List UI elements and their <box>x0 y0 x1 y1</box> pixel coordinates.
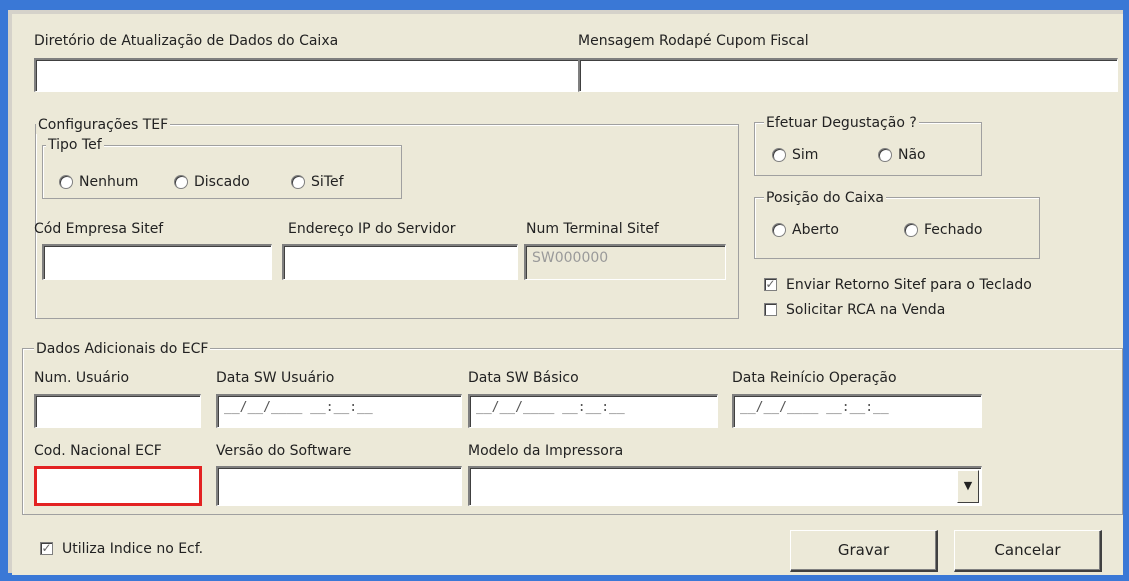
radio-tef-discado-label: Discado <box>194 174 250 190</box>
utiliza-indice-label: Utiliza Indice no Ecf. <box>62 541 204 557</box>
date-mask-text: __/__/____ __:__:__ <box>476 400 625 415</box>
endereco-ip-label: Endereço IP do Servidor <box>288 221 456 237</box>
enviar-retorno-checkbox[interactable]: ✓ <box>764 278 777 291</box>
radio-circle-icon[interactable] <box>772 223 786 237</box>
checkmark-icon: ✓ <box>41 541 52 555</box>
window-frame-left <box>0 0 8 581</box>
radio-tef-discado[interactable]: Discado <box>174 173 250 191</box>
window-frame-top <box>0 0 1129 10</box>
radio-degustacao-nao-label: Não <box>898 147 926 163</box>
cancelar-button[interactable]: Cancelar <box>954 530 1102 572</box>
num-terminal-sitef-input: SW000000 <box>524 244 726 280</box>
num-usuario-input[interactable] <box>34 394 201 428</box>
form-panel: Diretório de Atualização de Dados do Cai… <box>12 14 1123 575</box>
data-sw-usuario-input[interactable]: __/__/____ __:__:__ <box>216 394 462 428</box>
radio-posicao-fechado-label: Fechado <box>924 222 983 238</box>
ecf-title: Dados Adicionais do ECF <box>34 340 211 358</box>
radio-posicao-aberto[interactable]: Aberto <box>772 221 839 239</box>
radio-circle-icon[interactable] <box>59 175 73 189</box>
modelo-impressora-label: Modelo da Impressora <box>468 443 624 459</box>
cod-nacional-ecf-label: Cod. Nacional ECF <box>34 443 162 459</box>
endereco-ip-input[interactable] <box>282 244 518 280</box>
radio-circle-icon[interactable] <box>174 175 188 189</box>
cod-nacional-ecf-input[interactable] <box>34 466 202 506</box>
config-tef-title: Configurações TEF <box>36 116 171 134</box>
date-mask-text: __/__/____ __:__:__ <box>740 400 889 415</box>
data-reinicio-input[interactable]: __/__/____ __:__:__ <box>732 394 982 428</box>
radio-tef-nenhum[interactable]: Nenhum <box>59 173 138 191</box>
num-usuario-label: Num. Usuário <box>34 370 130 386</box>
radio-tef-sitef-label: SiTef <box>311 174 344 190</box>
versao-software-input[interactable] <box>216 466 462 506</box>
radio-degustacao-sim[interactable]: Sim <box>772 146 818 164</box>
radio-circle-icon[interactable] <box>904 223 918 237</box>
date-mask-text: __/__/____ __:__:__ <box>224 400 373 415</box>
enviar-retorno-label: Enviar Retorno Sitef para o Teclado <box>786 277 1032 293</box>
versao-software-label: Versão do Software <box>216 443 352 459</box>
tipo-tef-title: Tipo Tef <box>46 136 104 154</box>
gravar-button[interactable]: Gravar <box>790 530 938 572</box>
utiliza-indice-checkbox[interactable]: ✓ <box>40 542 53 555</box>
data-sw-basico-label: Data SW Básico <box>468 370 579 386</box>
checkmark-icon: ✓ <box>765 277 776 291</box>
radio-circle-icon[interactable] <box>878 148 892 162</box>
rodape-cupom-input[interactable] <box>578 58 1118 92</box>
radio-posicao-fechado[interactable]: Fechado <box>904 221 983 239</box>
rodape-cupom-label: Mensagem Rodapé Cupom Fiscal <box>578 33 809 49</box>
radio-degustacao-sim-label: Sim <box>792 147 819 163</box>
data-sw-usuario-label: Data SW Usuário <box>216 370 335 386</box>
window-frame-right <box>1123 0 1129 581</box>
solicitar-rca-label: Solicitar RCA na Venda <box>786 302 946 318</box>
dir-atualizacao-input[interactable] <box>34 58 580 92</box>
radio-circle-icon[interactable] <box>291 175 305 189</box>
dropdown-arrow-icon[interactable]: ▼ <box>957 470 979 503</box>
data-reinicio-label: Data Reinício Operação <box>732 370 897 386</box>
radio-posicao-aberto-label: Aberto <box>792 222 839 238</box>
posicao-caixa-title: Posição do Caixa <box>764 189 886 207</box>
radio-degustacao-nao[interactable]: Não <box>878 146 926 164</box>
num-terminal-sitef-label: Num Terminal Sitef <box>526 221 659 237</box>
cod-empresa-sitef-label: Cód Empresa Sitef <box>34 221 164 237</box>
radio-tef-sitef[interactable]: SiTef <box>291 173 344 191</box>
cod-empresa-sitef-input[interactable] <box>42 244 272 280</box>
radio-circle-icon[interactable] <box>772 148 786 162</box>
data-sw-basico-input[interactable]: __/__/____ __:__:__ <box>468 394 718 428</box>
dir-atualizacao-label: Diretório de Atualização de Dados do Cai… <box>34 33 339 49</box>
modelo-impressora-select[interactable]: ▼ <box>468 466 982 506</box>
solicitar-rca-checkbox[interactable] <box>764 303 777 316</box>
radio-tef-nenhum-label: Nenhum <box>79 174 139 190</box>
degustacao-title: Efetuar Degustação ? <box>764 114 919 132</box>
